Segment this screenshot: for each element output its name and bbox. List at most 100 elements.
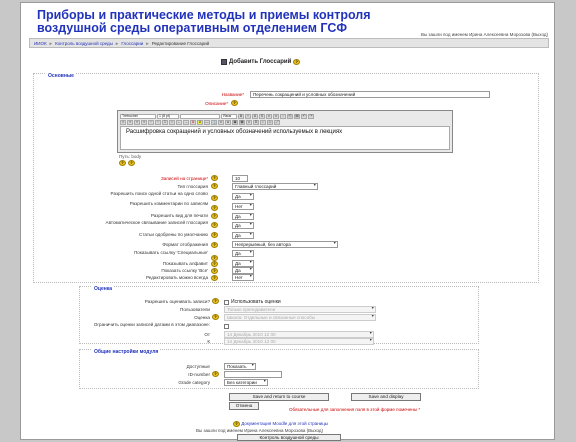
clean-icon[interactable]: ◌	[280, 113, 286, 119]
rtl-icon[interactable]: ‹	[155, 119, 161, 125]
underline-icon[interactable]: U	[252, 113, 258, 119]
main-section: Основные Название* Перечень сокращений и…	[33, 73, 539, 283]
breadcrumb-separator-icon: ►	[145, 40, 150, 46]
cancel-button[interactable]: Отмена	[229, 402, 259, 410]
help-icon[interactable]: ?	[211, 275, 218, 281]
autolink-select[interactable]: Да	[232, 222, 254, 229]
italic-icon[interactable]: I	[245, 113, 251, 119]
edit-always-select[interactable]: Нет	[232, 274, 254, 281]
restrict-dates-checkbox[interactable]	[224, 324, 229, 329]
html-source-icon[interactable]: ◇	[267, 119, 273, 125]
breadcrumb-item[interactable]: Контроль воздушной среды	[55, 41, 113, 46]
help-icon[interactable]: ?	[212, 314, 219, 320]
search-icon[interactable]: ⌕	[260, 119, 266, 125]
name-field[interactable]: Перечень сокращений и условных обозначен…	[250, 91, 490, 98]
justify-icon[interactable]: ≡	[141, 119, 147, 125]
help-icon[interactable]: ?	[212, 371, 219, 377]
bullet-list-icon[interactable]: •	[169, 119, 175, 125]
type-select[interactable]: Главный глоссарий	[232, 183, 318, 190]
outdent-icon[interactable]: ←	[176, 119, 182, 125]
checkbox[interactable]	[224, 299, 229, 305]
help-icon[interactable]: ?	[211, 213, 218, 219]
help-icon[interactable]: ?	[211, 222, 218, 228]
help-icon[interactable]: ?	[212, 298, 219, 304]
paste-icon[interactable]: ▤	[294, 113, 300, 119]
grade-category-select[interactable]: Без категории	[224, 379, 268, 386]
anchor-icon[interactable]: ⚓	[211, 119, 217, 125]
save-return-button[interactable]: Save and return to course	[229, 393, 329, 401]
duplicate-select[interactable]: Да	[232, 193, 254, 200]
unlink-icon[interactable]: ⌀	[225, 119, 231, 125]
help-icon[interactable]: ?	[231, 100, 238, 106]
approved-select[interactable]: Да	[232, 232, 254, 239]
special-select[interactable]: Да	[232, 250, 254, 257]
hr-icon[interactable]: —	[204, 119, 210, 125]
section-legend-main: Основные	[46, 73, 76, 79]
help-icon[interactable]: ?	[211, 205, 218, 211]
breadcrumb-item[interactable]: Глоссарии	[121, 41, 143, 46]
help-icon[interactable]: ?	[119, 160, 126, 166]
style-select[interactable]	[180, 113, 220, 119]
help-icon[interactable]: ?	[211, 232, 218, 238]
display-select[interactable]: Непрерывный, без автора	[232, 241, 338, 248]
help-icon[interactable]: ?	[211, 261, 218, 267]
all-link-label: Показать ссылку 'Все'	[161, 268, 208, 273]
help-icon[interactable]: ?	[211, 195, 218, 201]
help-icon[interactable]: ?	[128, 160, 135, 166]
size-select[interactable]: 1 (8 pt)	[157, 113, 179, 119]
text-color-icon[interactable]: A	[190, 119, 196, 125]
page-frame: Приборы и практические методы и приемы к…	[20, 2, 555, 441]
entries-field[interactable]: 10	[232, 175, 248, 182]
font-select[interactable]: Trebuchet	[120, 113, 156, 119]
help-icon[interactable]: ?	[211, 175, 218, 181]
help-icon[interactable]: ?	[211, 242, 218, 248]
undo-icon[interactable]: ↶	[301, 113, 307, 119]
language-select[interactable]: Язык	[221, 113, 237, 119]
image-icon[interactable]: ▣	[232, 119, 238, 125]
superscript-icon[interactable]: x	[273, 113, 279, 119]
align-center-icon[interactable]: ≡	[127, 119, 133, 125]
id-number-field[interactable]	[224, 371, 282, 378]
bg-color-icon[interactable]: A	[197, 119, 203, 125]
help-icon[interactable]: ?	[211, 268, 218, 274]
comments-select[interactable]: Нет	[232, 203, 254, 210]
special-char-icon[interactable]: Ω	[253, 119, 259, 125]
align-right-icon[interactable]: ≡	[134, 119, 140, 125]
docs-link[interactable]: ? Документация Moodle для этой страницы	[233, 421, 328, 427]
breadcrumb-item[interactable]: ИИОК	[34, 41, 47, 46]
ordered-list-icon[interactable]: 1	[162, 119, 168, 125]
editor-toolbar-row-2: ≡ ≡ ≡ ≡ › ‹ 1 • ← → A A — ⚓ ∞ ⌀ ▣ ▦ ☺ Ω …	[120, 119, 280, 125]
to-date-select[interactable]: 14 Декабрь 2010 12 00	[224, 338, 374, 345]
approved-label: Статьи одобрены по умолчанию	[139, 232, 208, 237]
redo-icon[interactable]: ↷	[308, 113, 314, 119]
required-note: Обязательные для заполнения поля в этой …	[289, 407, 421, 412]
use-ratings-checkbox[interactable]: Использовать оценки	[224, 299, 281, 305]
link-icon[interactable]: ∞	[218, 119, 224, 125]
subscript-icon[interactable]: x	[266, 113, 272, 119]
ltr-icon[interactable]: ›	[148, 119, 154, 125]
print-select[interactable]: Да	[232, 213, 254, 220]
scale-select[interactable]: Шкала: Отдельные и связанные способы	[224, 314, 376, 321]
visible-select[interactable]: Показать	[224, 363, 256, 370]
help-icon[interactable]: ?	[211, 183, 218, 189]
users-select[interactable]: Только преподаватели	[224, 306, 376, 313]
indent-icon[interactable]: →	[183, 119, 189, 125]
strike-icon[interactable]: S	[259, 113, 265, 119]
all-link-select[interactable]: Да	[232, 267, 254, 274]
help-icon[interactable]: ?	[293, 59, 301, 65]
table-icon[interactable]: ▦	[239, 119, 245, 125]
glossary-icon	[221, 59, 227, 65]
description-textarea[interactable]: Расшифровка сокращений и условных обозна…	[120, 126, 450, 150]
fullscreen-icon[interactable]: ⤢	[274, 119, 280, 125]
docs-link-text[interactable]: Документация Moodle для этой страницы	[241, 421, 328, 426]
save-display-button[interactable]: Save and display	[351, 393, 421, 401]
alphabet-select[interactable]: Да	[232, 260, 254, 267]
bold-icon[interactable]: B	[238, 113, 244, 119]
restrict-dates-label: Ограничить оценки записей датами в этом …	[93, 322, 210, 327]
copy-icon[interactable]: ⎘	[287, 113, 293, 119]
from-date-select[interactable]: 14 Декабрь 2010 12 00	[224, 331, 374, 338]
section-legend-grading: Оценка	[92, 286, 115, 292]
smiley-icon[interactable]: ☺	[246, 119, 252, 125]
align-left-icon[interactable]: ≡	[120, 119, 126, 125]
course-button[interactable]: Контроль воздушной среды	[237, 434, 341, 441]
